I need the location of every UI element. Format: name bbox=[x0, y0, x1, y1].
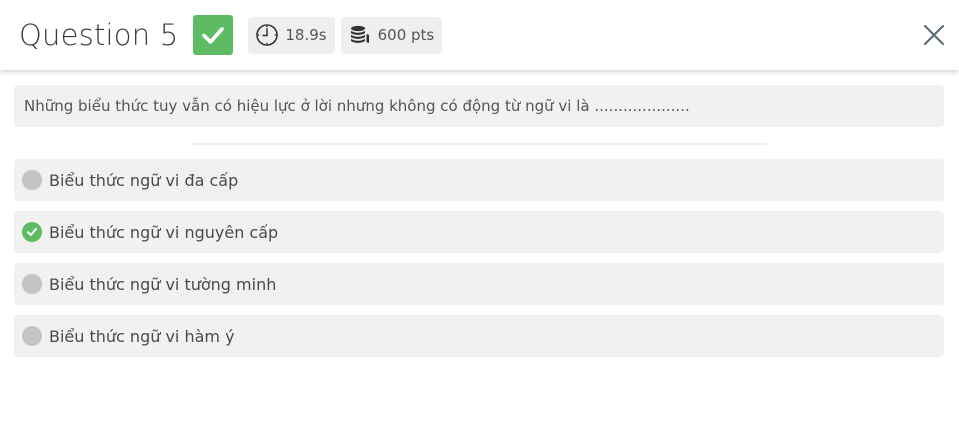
correct-check-icon bbox=[22, 222, 42, 242]
coins-icon bbox=[348, 23, 372, 47]
question-text: Những biểu thức tuy vẫn có hiệu lực ở lờ… bbox=[24, 97, 690, 115]
divider bbox=[192, 143, 767, 145]
question-title: Question 5 bbox=[19, 18, 179, 52]
check-icon bbox=[202, 27, 225, 44]
answer-option-1[interactable]: Biểu thức ngữ vi đa cấp bbox=[14, 159, 944, 201]
timer-chip: 18.9s bbox=[248, 16, 335, 54]
answer-option-4[interactable]: Biểu thức ngữ vi hàm ý bbox=[14, 315, 944, 357]
unselected-circle-icon bbox=[22, 326, 42, 346]
points-chip: 600 pts bbox=[340, 16, 443, 54]
correct-status-badge bbox=[193, 15, 234, 55]
answer-option-label: Biểu thức ngữ vi hàm ý bbox=[49, 326, 235, 346]
answer-option-2[interactable]: Biểu thức ngữ vi nguyên cấp bbox=[14, 211, 944, 253]
close-icon[interactable] bbox=[923, 24, 945, 46]
question-text-box: Những biểu thức tuy vẫn có hiệu lực ở lờ… bbox=[14, 85, 944, 127]
close-button[interactable] bbox=[923, 24, 945, 46]
answer-option-label: Biểu thức ngữ vi nguyên cấp bbox=[49, 222, 279, 242]
answer-option-label: Biểu thức ngữ vi tường minh bbox=[49, 274, 277, 294]
question-header: Question 5 18.9s 600 pts bbox=[0, 0, 959, 70]
points-value: 600 pts bbox=[377, 26, 435, 44]
unselected-circle-icon bbox=[22, 274, 42, 294]
clock-icon bbox=[255, 23, 279, 47]
answer-option-label: Biểu thức ngữ vi đa cấp bbox=[49, 170, 239, 190]
timer-value: 18.9s bbox=[285, 26, 327, 44]
unselected-circle-icon bbox=[22, 170, 42, 190]
answer-option-3[interactable]: Biểu thức ngữ vi tường minh bbox=[14, 263, 944, 305]
